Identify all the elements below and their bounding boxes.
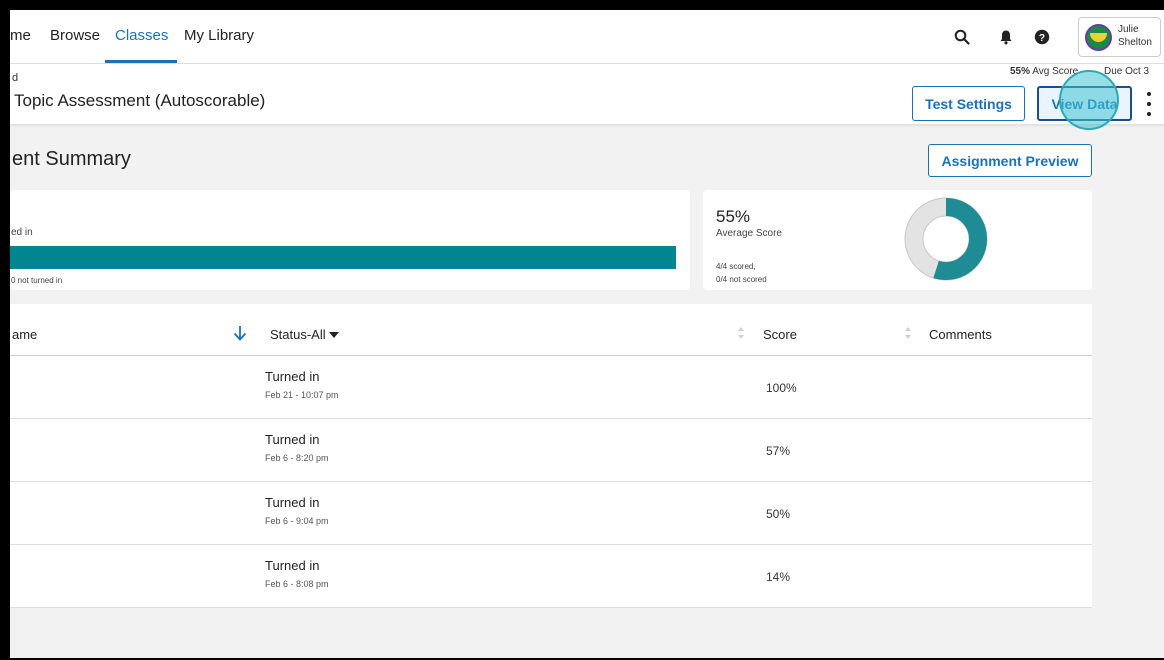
table-row[interactable]: Turned in Feb 6 - 9:04 pm 50% [10, 482, 1092, 545]
turned-in-progress-fill [10, 246, 676, 269]
column-header-comments[interactable]: Comments [929, 327, 992, 342]
sort-neutral-icon-comments[interactable] [904, 326, 912, 345]
page-title: Topic Assessment (Autoscorable) [14, 91, 266, 110]
table-header: ame Status-All Score Comments [10, 304, 1092, 356]
column-header-status[interactable]: Status-All [270, 327, 340, 342]
more-options-icon[interactable] [1144, 92, 1154, 116]
row-score: 50% [766, 507, 791, 521]
donut-inner-outline [922, 215, 970, 263]
svg-text:?: ? [1039, 32, 1045, 44]
row-score: 57% [766, 444, 791, 458]
nav-home[interactable]: me [10, 27, 31, 44]
table-row[interactable]: Turned in Feb 6 - 8:20 pm 57% [10, 419, 1092, 482]
nav-my-library[interactable]: My Library [184, 27, 254, 44]
row-status: Turned in [265, 369, 320, 384]
turned-in-card: ed in 0 not turned in [10, 190, 690, 290]
not-scored-count: 0/4 not scored [716, 275, 767, 284]
avg-score-value: 55% [1010, 66, 1031, 77]
nav-browse[interactable]: Browse [50, 27, 100, 44]
user-last-name: Shelton [1118, 37, 1152, 48]
score-donut-chart [904, 197, 988, 281]
breadcrumb[interactable]: d [12, 72, 18, 84]
turned-in-label: ed in [11, 227, 33, 238]
table-row[interactable]: Turned in Feb 6 - 8:08 pm 14% [10, 545, 1092, 608]
column-header-score[interactable]: Score [763, 327, 797, 342]
row-score: 14% [766, 570, 791, 584]
bell-icon[interactable] [995, 26, 1017, 48]
row-date: Feb 21 - 10:07 pm [265, 390, 339, 400]
row-date: Feb 6 - 8:20 pm [265, 453, 329, 463]
table-row[interactable]: Turned in Feb 21 - 10:07 pm 100% [10, 356, 1092, 419]
sort-arrow-down-icon[interactable] [232, 324, 248, 347]
avg-score-summary: 55% Avg Score [1010, 66, 1078, 77]
row-status: Turned in [265, 495, 320, 510]
row-date: Feb 6 - 8:08 pm [265, 579, 329, 589]
user-menu[interactable]: Julie Shelton [1078, 17, 1161, 57]
row-date: Feb 6 - 9:04 pm [265, 516, 329, 526]
click-highlight [1059, 70, 1119, 130]
scored-count: 4/4 scored, [716, 262, 756, 271]
average-score-card: 55% Average Score 4/4 scored, 0/4 not sc… [703, 190, 1092, 290]
app-window: me Browse Classes My Library ? Julie She… [10, 10, 1164, 658]
help-icon[interactable]: ? [1031, 26, 1053, 48]
assignment-header: d Topic Assessment (Autoscorable) 55% Av… [10, 64, 1164, 124]
average-score-value: 55% [716, 207, 751, 226]
column-header-name[interactable]: ame [12, 327, 37, 342]
nav-classes[interactable]: Classes [115, 27, 168, 44]
avatar [1085, 24, 1112, 51]
active-tab-indicator [105, 60, 177, 63]
row-status: Turned in [265, 558, 320, 573]
row-score: 100% [766, 381, 797, 395]
search-icon[interactable] [951, 26, 973, 48]
user-first-name: Julie [1118, 24, 1139, 35]
assignment-preview-button[interactable]: Assignment Preview [928, 144, 1092, 177]
student-table: ame Status-All Score Comments Turned in … [10, 304, 1092, 608]
sort-neutral-icon-score[interactable] [737, 326, 745, 345]
test-settings-button[interactable]: Test Settings [912, 86, 1025, 121]
top-nav: me Browse Classes My Library ? Julie She… [10, 10, 1164, 64]
average-score-label: Average Score [716, 228, 782, 239]
row-status: Turned in [265, 432, 320, 447]
summary-title: ent Summary [12, 148, 131, 170]
not-turned-in-count: 0 not turned in [11, 276, 63, 285]
due-date: Due Oct 3 [1104, 66, 1150, 77]
status-filter-label: Status-All [270, 327, 326, 342]
caret-down-icon [329, 332, 340, 338]
turned-in-progress-bar [10, 246, 676, 269]
